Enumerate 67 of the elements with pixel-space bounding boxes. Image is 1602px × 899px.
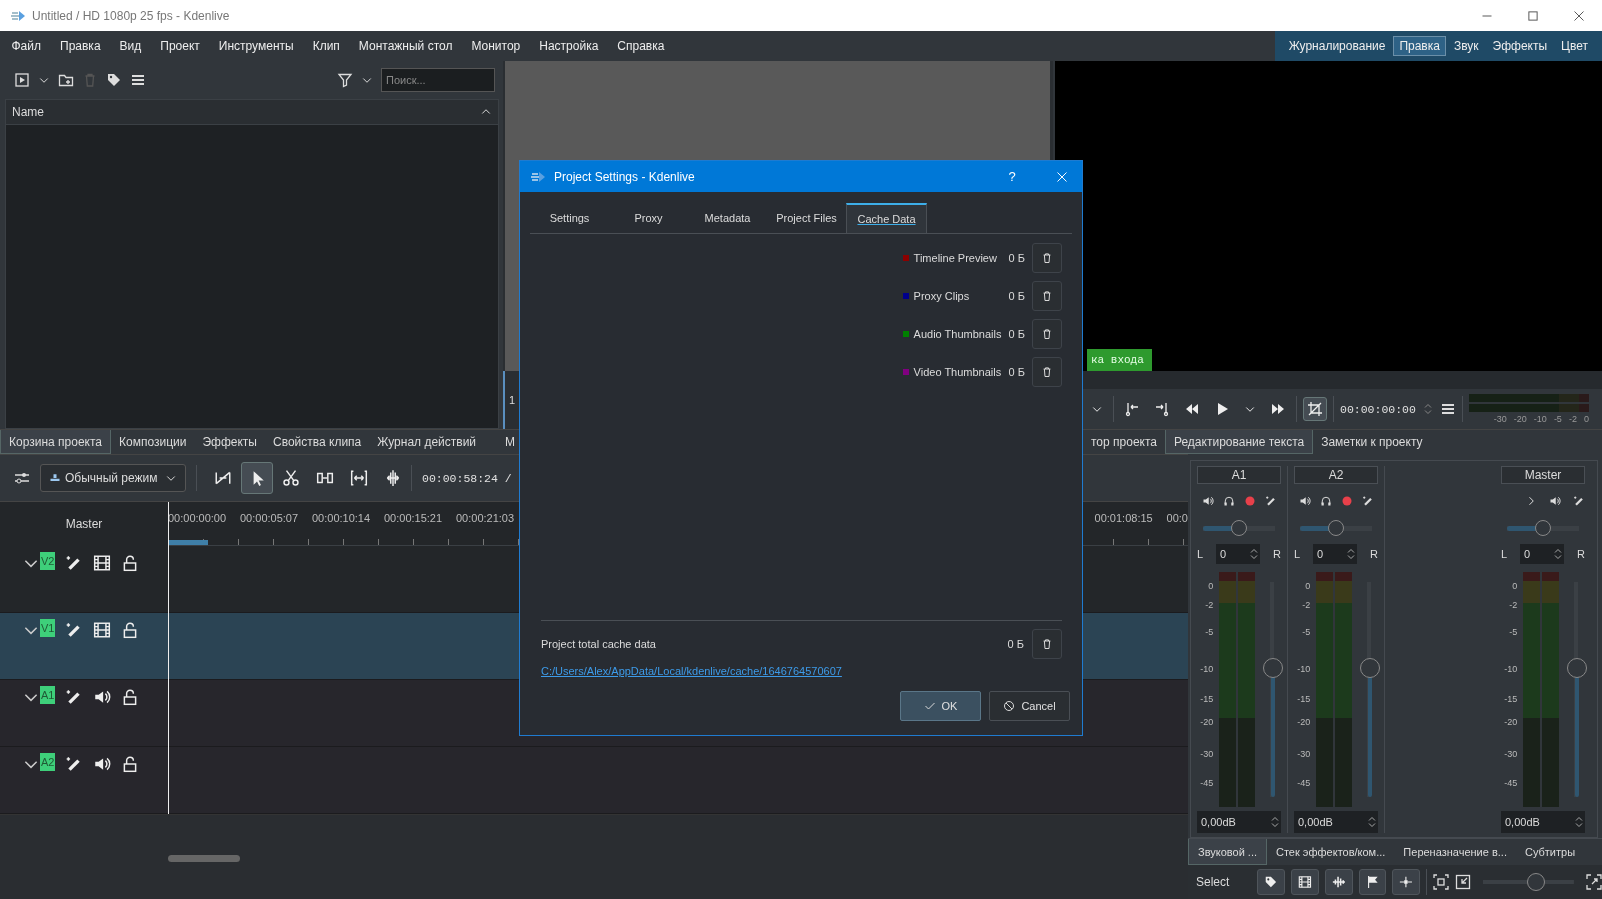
- meter-label: -45: [1504, 777, 1518, 788]
- track-name: V2: [40, 552, 56, 570]
- ruler-label: 00:00:00:00: [168, 512, 228, 524]
- meter-label: 0: [1512, 581, 1518, 592]
- meter-label: -2: [1509, 600, 1518, 611]
- meter-label: -10: [1297, 663, 1311, 674]
- ruler-label: 00:00:21:03: [456, 512, 516, 524]
- meter-label: -30: [1504, 749, 1518, 760]
- zone-label: ка входа: [1087, 349, 1152, 371]
- cache-label: Audio Thumbnails: [913, 328, 1003, 340]
- master-label: Master: [65, 517, 103, 531]
- meter-label: -20: [1513, 414, 1527, 424]
- meter-label: -20: [1297, 716, 1311, 727]
- track-name: A1: [40, 686, 56, 704]
- pan-right-label: R: [1577, 548, 1585, 560]
- monitor-ruler-label: 1: [509, 394, 516, 406]
- meter-label: -30: [1297, 749, 1311, 760]
- cache-label: Timeline Preview: [913, 252, 998, 264]
- ruler-label: 00:00:10:14: [312, 512, 372, 524]
- edit-mode-label: Select: [1195, 875, 1231, 889]
- pan-left-label: L: [1501, 548, 1508, 560]
- meter-label: -2: [1302, 600, 1311, 611]
- cache-size: 0 Б: [1008, 252, 1025, 264]
- meter-label: -2: [1205, 600, 1214, 611]
- cache-size: 0 Б: [1008, 366, 1025, 378]
- meter-label: 0: [1583, 414, 1589, 424]
- meter-label: -15: [1504, 694, 1518, 705]
- meter-label: -30: [1200, 749, 1214, 760]
- meter-label: -5: [1205, 627, 1214, 638]
- pan-left-label: L: [1197, 548, 1204, 560]
- meter-label: -10: [1200, 663, 1214, 674]
- meter-label: -10: [1504, 663, 1518, 674]
- ruler-label: 00:0: [1166, 512, 1188, 524]
- total-label: Project total cache data: [541, 638, 657, 650]
- window-title: Untitled / HD 1080p 25 fps - Kdenlive: [32, 8, 230, 23]
- pan-right-label: R: [1370, 548, 1378, 560]
- dialog-title: Project Settings - Kdenlive: [554, 169, 696, 184]
- track-name: V1: [40, 619, 56, 637]
- pan-left-label: L: [1294, 548, 1301, 560]
- meter-label: -45: [1297, 777, 1311, 788]
- cache-label: Proxy Clips: [913, 290, 971, 302]
- meter-label: -5: [1553, 414, 1562, 424]
- timecode: 00:00:58:24 /: [422, 471, 512, 485]
- ruler-label: 00:00:05:07: [240, 512, 300, 524]
- meter-label: -20: [1504, 716, 1518, 727]
- ruler-label: 00:00:15:21: [384, 512, 444, 524]
- channel-name: Master: [1501, 466, 1585, 484]
- meter-label: -5: [1509, 627, 1518, 638]
- channel-name: A1: [1197, 466, 1281, 484]
- meter-label: -15: [1297, 694, 1311, 705]
- cache-size: 0 Б: [1008, 328, 1025, 340]
- meter-label: -30: [1493, 414, 1507, 424]
- meter-label: -2: [1568, 414, 1577, 424]
- meter-label: -10: [1533, 414, 1547, 424]
- meter-label: 0: [1305, 581, 1311, 592]
- cache-label: Video Thumbnails: [913, 366, 1003, 378]
- track-name: A2: [40, 753, 56, 771]
- meter-label: -5: [1302, 627, 1311, 638]
- meter-label: -45: [1200, 777, 1214, 788]
- meter-label: -15: [1200, 694, 1214, 705]
- meter-label: 0: [1208, 581, 1214, 592]
- meter-label: -20: [1200, 716, 1214, 727]
- ruler-label: 00:01:08:15: [1094, 512, 1154, 524]
- channel-name: A2: [1294, 466, 1378, 484]
- cache-size: 0 Б: [1008, 290, 1025, 302]
- cache-size: 0 Б: [1007, 638, 1024, 650]
- pan-right-label: R: [1273, 548, 1281, 560]
